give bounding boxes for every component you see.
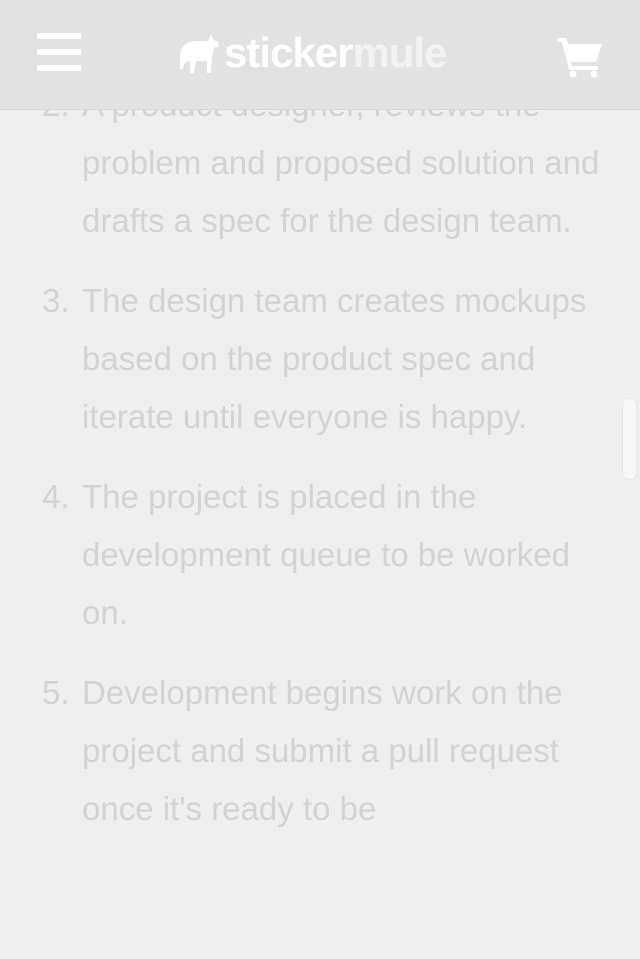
- article-content: 2. A product designer, reviews the probl…: [0, 76, 640, 860]
- menu-line: [37, 49, 81, 55]
- list-item: 5. Development begins work on the projec…: [0, 664, 640, 838]
- scrollbar-thumb[interactable]: [622, 398, 637, 480]
- list-item: 4. The project is placed in the developm…: [0, 468, 640, 642]
- list-item-number: 4.: [42, 478, 70, 515]
- logo-word-mule: mule: [352, 29, 447, 76]
- list-item-text: The design team creates mockups based on…: [82, 282, 587, 435]
- list-item: 3. The design team creates mockups based…: [0, 272, 640, 446]
- logo-word-sticker: sticker: [224, 29, 353, 76]
- list-item-number: 5.: [42, 674, 70, 711]
- top-header: sticker mule: [0, 0, 640, 110]
- page: 2. A product designer, reviews the probl…: [0, 0, 640, 959]
- menu-line: [37, 33, 81, 39]
- shopping-cart-icon[interactable]: [556, 36, 604, 78]
- mule-icon: [180, 34, 219, 73]
- menu-line: [37, 65, 81, 71]
- stickermule-logo[interactable]: sticker mule: [178, 28, 447, 78]
- hamburger-menu-icon[interactable]: [37, 33, 81, 71]
- list-item-number: 3.: [42, 282, 70, 319]
- list-item-text: Development begins work on the project a…: [82, 674, 563, 827]
- cart-glyph: [558, 38, 602, 78]
- list-item-text: The project is placed in the development…: [82, 478, 571, 631]
- process-steps-list: 2. A product designer, reviews the probl…: [0, 76, 640, 838]
